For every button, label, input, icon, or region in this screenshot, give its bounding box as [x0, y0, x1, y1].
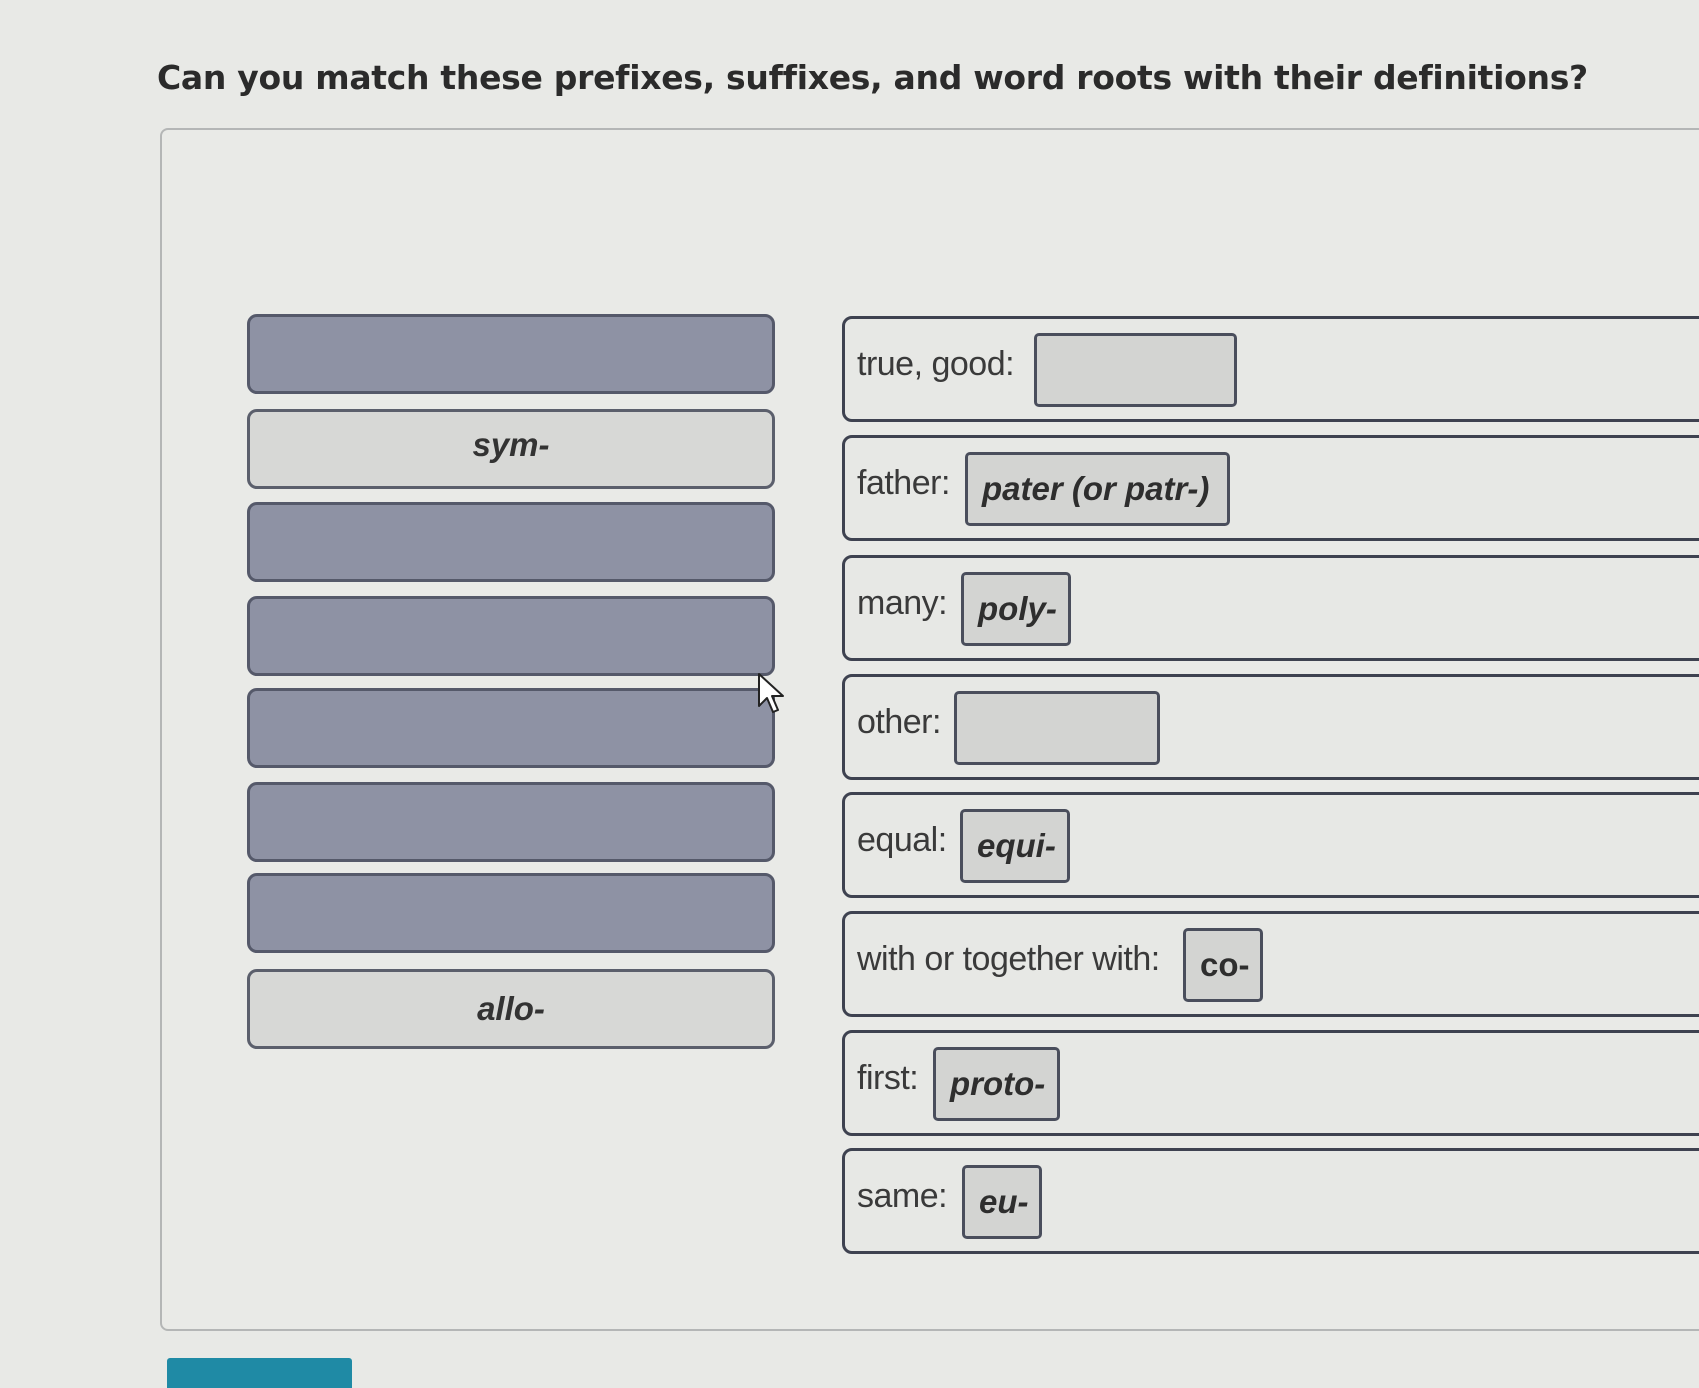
submit-button[interactable] [167, 1358, 352, 1388]
definition-row-true-good: true, good: [842, 316, 1699, 422]
drop-slot-first[interactable]: proto- [933, 1047, 1060, 1121]
definition-row-with-together: with or together with: co- [842, 911, 1699, 1017]
answer-tile-empty[interactable] [247, 314, 775, 394]
answer-tile-empty[interactable] [247, 873, 775, 953]
definition-row-father: father: pater (or patr-) [842, 435, 1699, 541]
drop-slot-father[interactable]: pater (or patr-) [965, 452, 1230, 526]
answer-tile-empty[interactable] [247, 782, 775, 862]
definition-label: equal: [857, 821, 947, 859]
drop-slot-same[interactable]: eu- [962, 1165, 1042, 1239]
question-title: Can you match these prefixes, suffixes, … [157, 58, 1588, 97]
definition-label: father: [857, 464, 950, 502]
definition-row-first: first: proto- [842, 1030, 1699, 1136]
drop-slot-many[interactable]: poly- [961, 572, 1071, 646]
definition-row-same: same: eu- [842, 1148, 1699, 1254]
definition-row-other: other: [842, 674, 1699, 780]
drop-slot-other[interactable] [954, 691, 1160, 765]
answer-tile-empty[interactable] [247, 596, 775, 676]
definition-row-equal: equal: equi- [842, 792, 1699, 898]
drop-slot-true-good[interactable] [1034, 333, 1237, 407]
drop-slot-with-together[interactable]: co- [1183, 928, 1263, 1002]
answer-tile-empty[interactable] [247, 688, 775, 768]
tile-label: sym- [472, 426, 550, 463]
answer-tile-sym[interactable]: sym- [247, 409, 775, 489]
definition-label: true, good: [857, 345, 1015, 383]
definition-label: with or together with: [857, 940, 1160, 978]
definition-row-many: many: poly- [842, 555, 1699, 661]
tile-label: allo- [477, 990, 545, 1027]
mouse-pointer-icon [758, 673, 784, 713]
answer-tile-allo[interactable]: allo- [247, 969, 775, 1049]
slot-answer: pater (or patr-) [982, 470, 1210, 507]
definition-label: first: [857, 1059, 919, 1097]
answer-tile-empty[interactable] [247, 502, 775, 582]
definition-label: other: [857, 703, 941, 741]
drop-slot-equal[interactable]: equi- [960, 809, 1070, 883]
definition-label: same: [857, 1177, 948, 1215]
definition-label: many: [857, 584, 948, 622]
